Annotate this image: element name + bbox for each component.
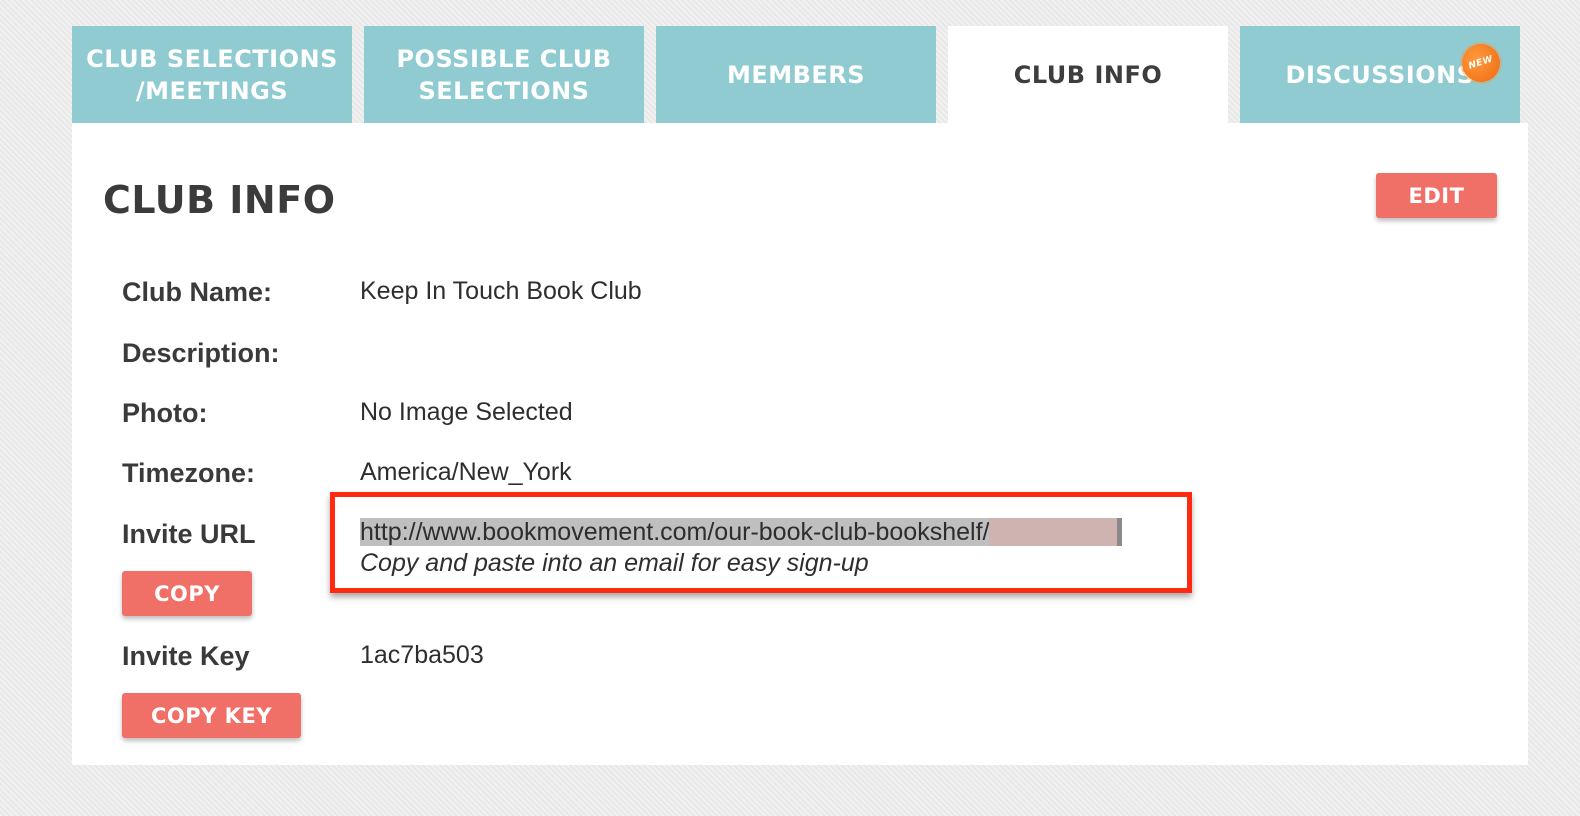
tab-members[interactable]: MEMBERS bbox=[656, 26, 936, 123]
invite-key-value: 1ac7ba503 bbox=[360, 641, 484, 669]
tab-bar: CLUB SELECTIONS /MEETINGS POSSIBLE CLUB … bbox=[72, 26, 1528, 123]
tab-possible-club-selections[interactable]: POSSIBLE CLUB SELECTIONS bbox=[364, 26, 644, 123]
invite-key-label: Invite Key bbox=[122, 641, 250, 671]
tab-label: CLUB INFO bbox=[1013, 60, 1163, 89]
tab-label: POSSIBLE CLUB SELECTIONS bbox=[396, 44, 612, 105]
tab-label: CLUB SELECTIONS /MEETINGS bbox=[86, 44, 338, 105]
description-label: Description: bbox=[122, 338, 280, 368]
tab-label: MEMBERS bbox=[726, 60, 866, 89]
page-title: CLUB INFO bbox=[103, 178, 336, 222]
tab-club-info[interactable]: CLUB INFO bbox=[948, 26, 1228, 123]
photo-value: No Image Selected bbox=[360, 398, 573, 426]
tab-label: DISCUSSIONS bbox=[1285, 60, 1475, 89]
highlight-box bbox=[330, 492, 1192, 593]
club-name-value: Keep In Touch Book Club bbox=[360, 277, 642, 305]
timezone-value: America/New_York bbox=[360, 458, 572, 486]
copy-key-button[interactable]: COPY KEY bbox=[122, 693, 301, 738]
edit-button[interactable]: EDIT bbox=[1376, 173, 1497, 218]
club-name-label: Club Name: bbox=[122, 277, 273, 307]
club-info-panel: CLUB INFO EDIT Club Name: Keep In Touch … bbox=[72, 123, 1528, 765]
timezone-label: Timezone: bbox=[122, 458, 256, 488]
tab-club-selections-meetings[interactable]: CLUB SELECTIONS /MEETINGS bbox=[72, 26, 352, 123]
copy-url-button[interactable]: COPY bbox=[122, 571, 252, 616]
tab-discussions[interactable]: DISCUSSIONS NEW bbox=[1240, 26, 1520, 123]
invite-url-label: Invite URL bbox=[122, 519, 256, 549]
photo-label: Photo: bbox=[122, 398, 208, 428]
